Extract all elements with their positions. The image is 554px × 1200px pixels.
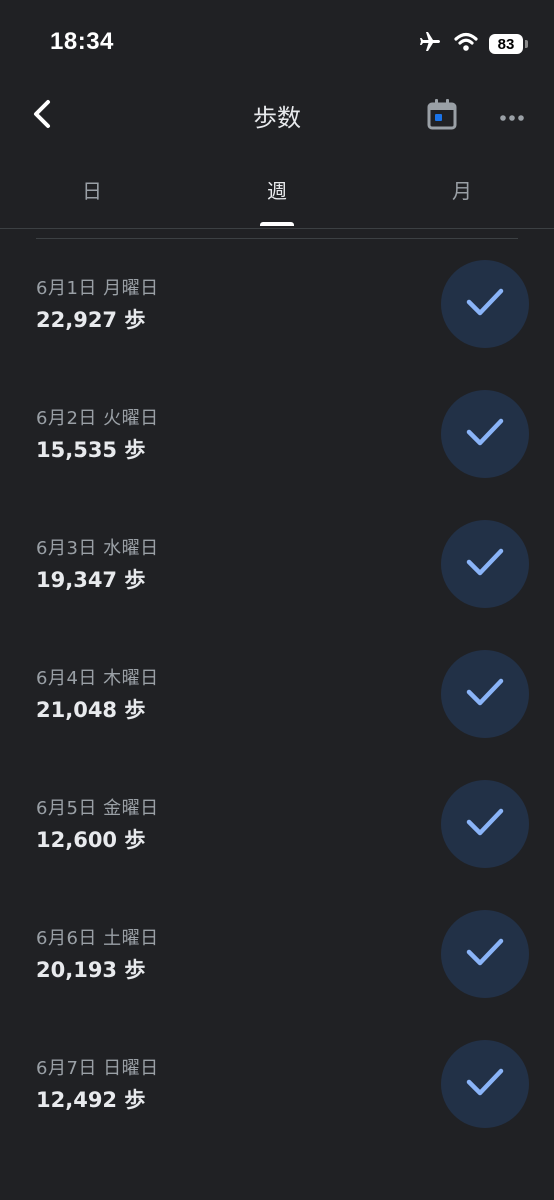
day-row[interactable]: 6月1日 月曜日 22,927 歩 xyxy=(0,240,554,370)
day-row[interactable]: 6月3日 水曜日 19,347 歩 xyxy=(0,500,554,630)
tab-week[interactable]: 週 xyxy=(185,160,369,226)
day-row[interactable]: 6月6日 土曜日 20,193 歩 xyxy=(0,890,554,1020)
goal-met-badge xyxy=(441,650,529,738)
checkmark-icon xyxy=(465,807,505,841)
day-steps: 15,535 歩 xyxy=(36,438,146,462)
day-row[interactable]: 6月7日 日曜日 12,492 歩 xyxy=(0,1020,554,1150)
more-horizontal-icon xyxy=(499,107,525,126)
day-row[interactable]: 6月2日 火曜日 15,535 歩 xyxy=(0,370,554,500)
day-date: 6月2日 火曜日 xyxy=(36,408,159,429)
tab-week-label: 週 xyxy=(267,179,287,203)
tab-active-indicator xyxy=(260,222,294,226)
goal-met-badge xyxy=(441,1040,529,1128)
app-bar: 歩数 xyxy=(0,88,554,144)
more-options-button[interactable] xyxy=(494,96,530,136)
checkmark-icon xyxy=(465,1067,505,1101)
day-date: 6月6日 土曜日 xyxy=(36,928,159,949)
wifi-icon xyxy=(453,31,479,57)
day-steps: 21,048 歩 xyxy=(36,698,146,722)
calendar-icon xyxy=(427,98,457,134)
day-row[interactable]: 6月4日 木曜日 21,048 歩 xyxy=(0,630,554,760)
tab-day[interactable]: 日 xyxy=(0,160,184,226)
day-list: 6月1日 月曜日 22,927 歩 6月2日 火曜日 15,535 歩 6月3日… xyxy=(0,240,554,1150)
status-time: 18:34 xyxy=(50,28,114,55)
list-divider xyxy=(36,238,518,239)
goal-met-badge xyxy=(441,390,529,478)
tab-month[interactable]: 月 xyxy=(370,160,554,226)
checkmark-icon xyxy=(465,937,505,971)
day-date: 6月7日 日曜日 xyxy=(36,1058,159,1079)
checkmark-icon xyxy=(465,417,505,451)
day-date: 6月5日 金曜日 xyxy=(36,798,159,819)
battery-icon: 83 xyxy=(489,34,528,54)
goal-met-badge xyxy=(441,260,529,348)
status-icons: 83 xyxy=(417,32,528,56)
checkmark-icon xyxy=(465,547,505,581)
checkmark-icon xyxy=(465,677,505,711)
day-steps: 20,193 歩 xyxy=(36,958,146,982)
day-row[interactable]: 6月5日 金曜日 12,600 歩 xyxy=(0,760,554,890)
day-steps: 22,927 歩 xyxy=(36,308,146,332)
day-steps: 12,600 歩 xyxy=(36,828,146,852)
battery-tip xyxy=(525,40,528,48)
checkmark-icon xyxy=(465,287,505,321)
goal-met-badge xyxy=(441,780,529,868)
page-title: 歩数 xyxy=(253,104,301,132)
goal-met-badge xyxy=(441,520,529,608)
day-date: 6月1日 月曜日 xyxy=(36,278,159,299)
day-steps: 12,492 歩 xyxy=(36,1088,146,1112)
day-date: 6月4日 木曜日 xyxy=(36,668,159,689)
day-steps: 19,347 歩 xyxy=(36,568,146,592)
status-bar: 18:34 83 xyxy=(0,0,554,88)
goal-met-badge xyxy=(441,910,529,998)
airplane-icon xyxy=(417,30,443,58)
calendar-button[interactable] xyxy=(424,96,460,136)
day-date: 6月3日 水曜日 xyxy=(36,538,159,559)
battery-level: 83 xyxy=(489,34,523,54)
period-tabs: 日 週 月 xyxy=(0,160,554,229)
